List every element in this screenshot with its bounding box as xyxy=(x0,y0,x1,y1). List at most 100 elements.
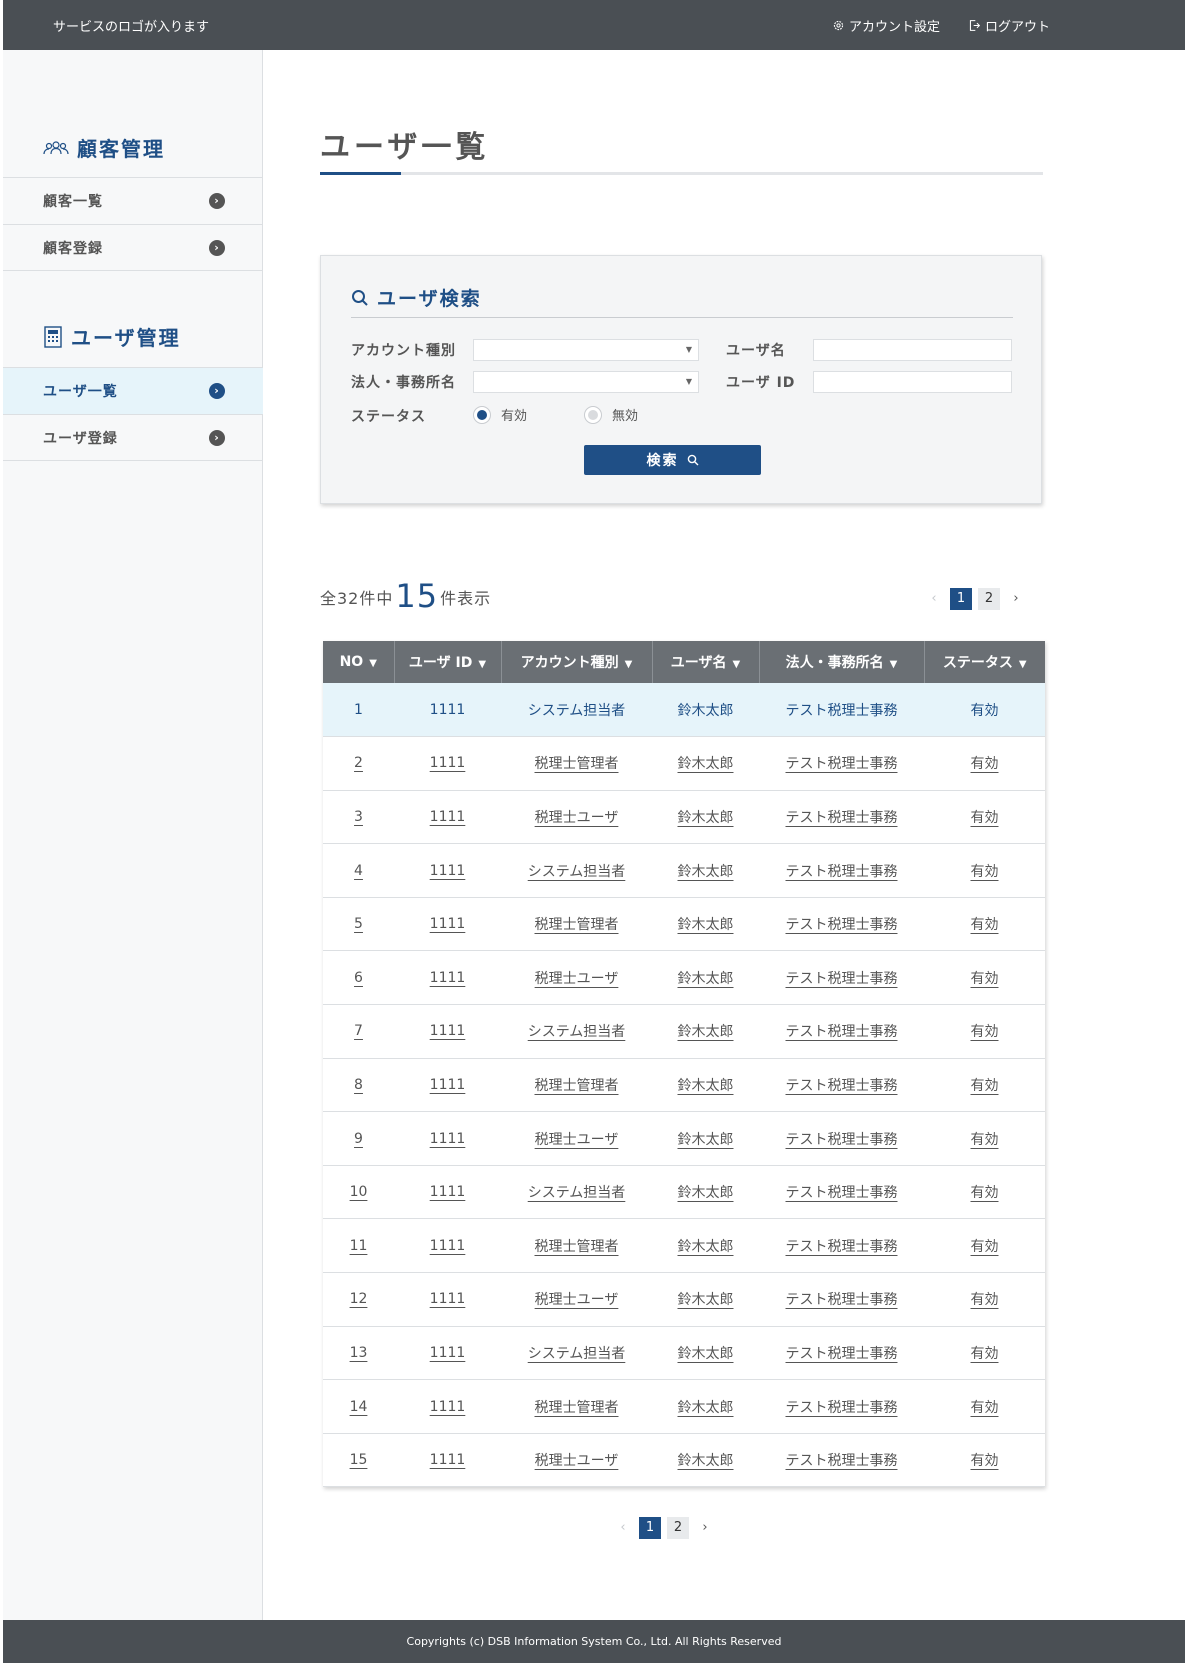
column-header-no[interactable]: NO ▼ xyxy=(323,641,395,683)
cell-link-userid[interactable]: 1111 xyxy=(430,1131,466,1147)
cell-link-status[interactable]: 有効 xyxy=(971,1078,999,1094)
table-row[interactable]: 12 1111 税理士ユーザ 鈴木太郎 テスト税理士事務 有効 xyxy=(323,1272,1045,1327)
cell-link-no[interactable]: 13 xyxy=(350,1345,368,1361)
cell-link-company[interactable]: テスト税理士事務 xyxy=(786,756,898,772)
cell-link-no[interactable]: 3 xyxy=(354,809,363,825)
cell-link-userid[interactable]: 1111 xyxy=(430,1238,466,1254)
cell-link-username[interactable]: 鈴木太郎 xyxy=(678,971,734,987)
cell-link-company[interactable]: テスト税理士事務 xyxy=(786,1078,898,1094)
cell-link-account-type[interactable]: 税理士管理者 xyxy=(535,756,619,772)
account-type-select[interactable] xyxy=(473,339,699,361)
sidebar-item-customer-list[interactable]: 顧客一覧 › xyxy=(3,177,263,224)
cell-link-company[interactable]: テスト税理士事務 xyxy=(786,1292,898,1308)
table-row[interactable]: 4 1111 システム担当者 鈴木太郎 テスト税理士事務 有効 xyxy=(323,843,1045,898)
status-radio-inactive[interactable]: 無効 xyxy=(584,405,638,424)
cell-link-account-type[interactable]: 税理士ユーザ xyxy=(535,1292,619,1308)
cell-link-status[interactable]: 有効 xyxy=(971,1292,999,1308)
cell-link-username[interactable]: 鈴木太郎 xyxy=(678,1239,734,1255)
cell-link-username[interactable]: 鈴木太郎 xyxy=(678,1292,734,1308)
cell-link-userid[interactable]: 1111 xyxy=(430,1023,466,1039)
cell-link-userid[interactable]: 1111 xyxy=(430,970,466,986)
cell-link-no[interactable]: 14 xyxy=(350,1399,368,1415)
table-row[interactable]: 6 1111 税理士ユーザ 鈴木太郎 テスト税理士事務 有効 xyxy=(323,950,1045,1006)
cell-link-status[interactable]: 有効 xyxy=(971,864,999,880)
cell-link-no[interactable]: 11 xyxy=(350,1238,368,1254)
cell-link-username[interactable]: 鈴木太郎 xyxy=(678,756,734,772)
cell-link-account-type[interactable]: システム担当者 xyxy=(528,1346,626,1362)
cell-link-username[interactable]: 鈴木太郎 xyxy=(678,1400,734,1416)
cell-link-userid[interactable]: 1111 xyxy=(430,863,466,879)
column-header-company[interactable]: 法人・事務所名 ▼ xyxy=(759,641,925,683)
cell-link-userid[interactable]: 1111 xyxy=(430,1452,466,1468)
cell-link-status[interactable]: 有効 xyxy=(971,756,999,772)
cell-link-account-type[interactable]: 税理士管理者 xyxy=(535,1239,619,1255)
search-button[interactable]: 検索 xyxy=(584,445,761,475)
next-page-button[interactable]: › xyxy=(1006,588,1026,610)
cell-link-account-type[interactable]: 税理士管理者 xyxy=(535,1400,619,1416)
column-header-account-type[interactable]: アカウント種別 ▼ xyxy=(501,641,653,683)
cell-link-status[interactable]: 有効 xyxy=(971,1239,999,1255)
cell-link-no[interactable]: 5 xyxy=(354,916,363,932)
column-header-status[interactable]: ステータス ▼ xyxy=(924,641,1045,683)
table-row[interactable]: 1 1111 システム担当者 鈴木太郎 テスト税理士事務 有効 xyxy=(323,683,1045,738)
table-row[interactable]: 7 1111 システム担当者 鈴木太郎 テスト税理士事務 有効 xyxy=(323,1004,1045,1059)
cell-link-account-type[interactable]: 税理士ユーザ xyxy=(535,1132,619,1148)
cell-link-status[interactable]: 有効 xyxy=(971,1132,999,1148)
page-button-2[interactable]: 2 xyxy=(667,1517,689,1539)
cell-link-no[interactable]: 10 xyxy=(350,1184,368,1200)
cell-link-account-type[interactable]: システム担当者 xyxy=(528,864,626,880)
cell-link-userid[interactable]: 1111 xyxy=(430,1399,466,1415)
cell-link-no[interactable]: 9 xyxy=(354,1131,363,1147)
cell-link-username[interactable]: 鈴木太郎 xyxy=(678,917,734,933)
sidebar-item-user-register[interactable]: ユーザ登録 › xyxy=(3,414,263,461)
cell-link-no[interactable]: 6 xyxy=(354,970,363,986)
cell-link-username[interactable]: 鈴木太郎 xyxy=(678,1078,734,1094)
cell-link-account-type[interactable]: システム担当者 xyxy=(528,1024,626,1040)
cell-link-account-type[interactable]: 税理士ユーザ xyxy=(535,810,619,826)
cell-link-no[interactable]: 7 xyxy=(354,1023,363,1039)
cell-link-no[interactable]: 4 xyxy=(354,863,363,879)
cell-link-company[interactable]: テスト税理士事務 xyxy=(786,810,898,826)
table-row[interactable]: 3 1111 税理士ユーザ 鈴木太郎 テスト税理士事務 有効 xyxy=(323,790,1045,845)
cell-link-account-type[interactable]: 税理士管理者 xyxy=(535,1078,619,1094)
cell-link-status[interactable]: 有効 xyxy=(971,1453,999,1469)
cell-link-userid[interactable]: 1111 xyxy=(430,1077,466,1093)
table-row[interactable]: 13 1111 システム担当者 鈴木太郎 テスト税理士事務 有効 xyxy=(323,1326,1045,1381)
userid-input[interactable] xyxy=(813,371,1012,393)
next-page-button[interactable]: › xyxy=(695,1517,715,1539)
service-logo[interactable]: サービスのロゴが入ります xyxy=(53,16,209,35)
cell-link-status[interactable]: 有効 xyxy=(971,1185,999,1201)
cell-link-status[interactable]: 有効 xyxy=(971,971,999,987)
table-row[interactable]: 8 1111 税理士管理者 鈴木太郎 テスト税理士事務 有効 xyxy=(323,1058,1045,1113)
cell-link-company[interactable]: テスト税理士事務 xyxy=(786,1185,898,1201)
page-button-2[interactable]: 2 xyxy=(978,588,1000,610)
username-input[interactable] xyxy=(813,339,1012,361)
page-button-1[interactable]: 1 xyxy=(950,588,972,610)
cell-link-no[interactable]: 8 xyxy=(354,1077,363,1093)
table-row[interactable]: 5 1111 税理士管理者 鈴木太郎 テスト税理士事務 有効 xyxy=(323,897,1045,952)
account-settings-link[interactable]: アカウント設定 xyxy=(832,16,940,35)
prev-page-button[interactable]: ‹ xyxy=(613,1517,633,1539)
cell-link-userid[interactable]: 1111 xyxy=(430,916,466,932)
cell-link-no[interactable]: 12 xyxy=(350,1291,368,1307)
cell-link-status[interactable]: 有効 xyxy=(971,917,999,933)
cell-link-username[interactable]: 鈴木太郎 xyxy=(678,1185,734,1201)
cell-link-username[interactable]: 鈴木太郎 xyxy=(678,864,734,880)
column-header-userid[interactable]: ユーザ ID ▼ xyxy=(394,641,502,683)
cell-link-status[interactable]: 有効 xyxy=(971,1024,999,1040)
cell-link-username[interactable]: 鈴木太郎 xyxy=(678,1346,734,1362)
column-header-username[interactable]: ユーザ名 ▼ xyxy=(652,641,760,683)
status-radio-active[interactable]: 有効 xyxy=(473,405,527,424)
cell-link-username[interactable]: 鈴木太郎 xyxy=(678,1453,734,1469)
cell-link-status[interactable]: 有効 xyxy=(971,810,999,826)
table-row[interactable]: 14 1111 税理士管理者 鈴木太郎 テスト税理士事務 有効 xyxy=(323,1379,1045,1434)
cell-link-company[interactable]: テスト税理士事務 xyxy=(786,971,898,987)
page-button-1[interactable]: 1 xyxy=(639,1517,661,1539)
cell-link-username[interactable]: 鈴木太郎 xyxy=(678,810,734,826)
cell-link-userid[interactable]: 1111 xyxy=(430,1184,466,1200)
cell-link-no[interactable]: 15 xyxy=(350,1452,368,1468)
cell-link-status[interactable]: 有効 xyxy=(971,1346,999,1362)
cell-link-company[interactable]: テスト税理士事務 xyxy=(786,1346,898,1362)
cell-link-account-type[interactable]: 税理士ユーザ xyxy=(535,971,619,987)
cell-link-company[interactable]: テスト税理士事務 xyxy=(786,1453,898,1469)
